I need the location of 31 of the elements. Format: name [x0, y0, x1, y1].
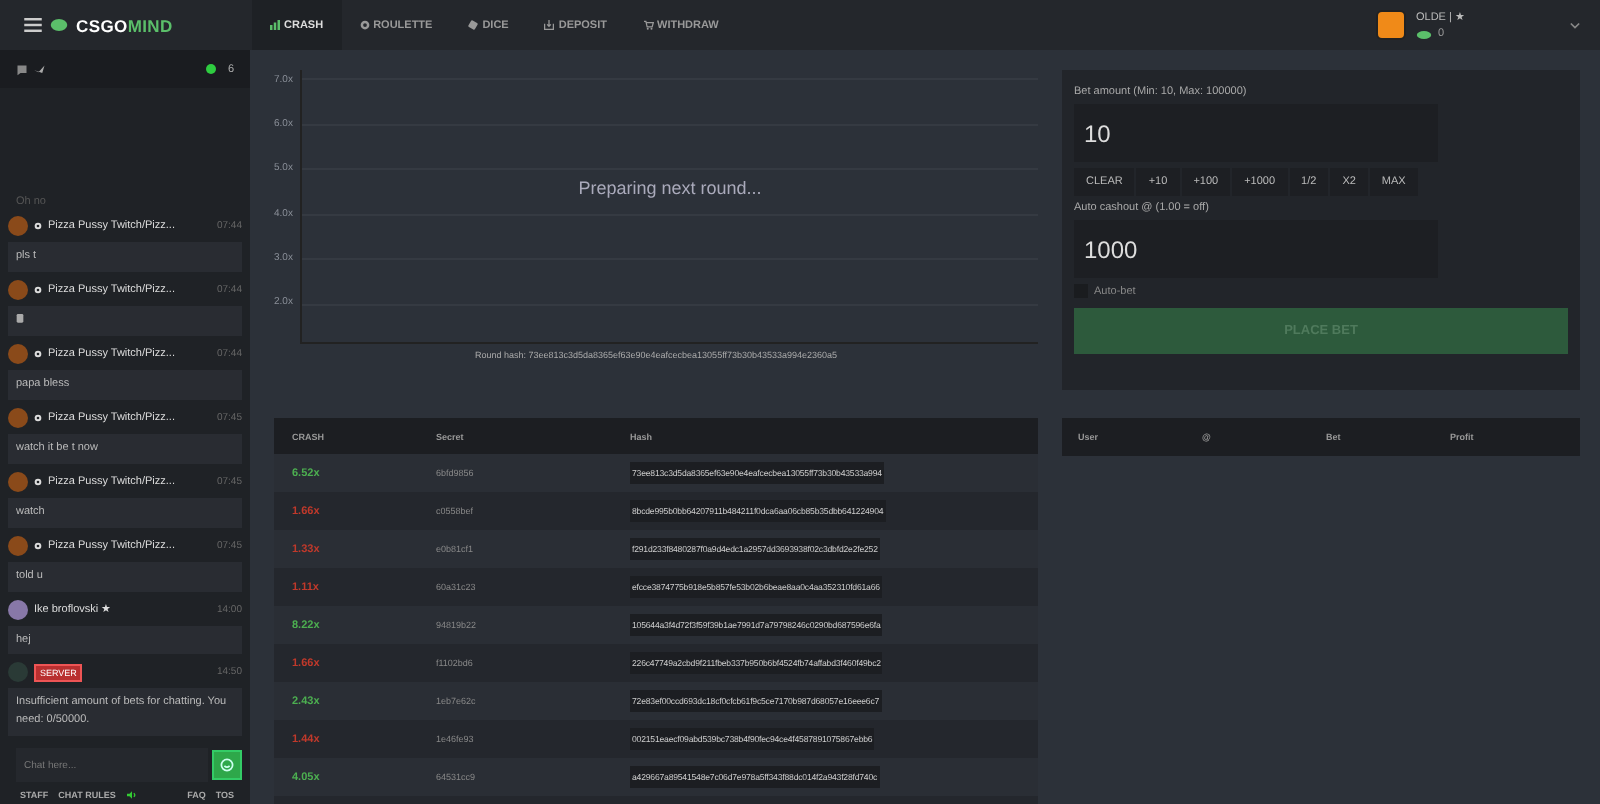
user-avatar: [8, 279, 28, 300]
gear-icon: [34, 478, 42, 487]
dice-icon: [468, 20, 479, 30]
logo[interactable]: CSGOMIND: [76, 15, 173, 35]
user-avatar: [8, 344, 28, 365]
user-avatar: [8, 535, 28, 556]
user-avatar: [8, 408, 28, 429]
server-avatar: [8, 662, 28, 683]
menu-icon[interactable]: [24, 18, 42, 32]
speaker-icon[interactable]: [125, 790, 138, 800]
user-avatar: [8, 472, 28, 493]
status-message: Preparing next round...: [576, 178, 764, 198]
chevron-down-icon[interactable]: [1570, 21, 1580, 29]
gear-icon: [34, 221, 42, 230]
gear-icon: [34, 414, 42, 423]
user-avatar: [8, 215, 28, 236]
auto-cashout-field[interactable]: 1000: [1074, 220, 1438, 278]
cart-icon: [643, 20, 653, 30]
bet-amount-field[interactable]: 10: [1074, 104, 1438, 162]
online-dot: [205, 64, 216, 74]
gear-icon: [34, 350, 42, 359]
user-avatar: [8, 599, 28, 620]
gear-icon: [34, 285, 42, 294]
send-button[interactable]: [212, 750, 242, 780]
smiley-icon: [220, 758, 234, 772]
wheel-icon: [359, 20, 370, 30]
gear-icon: [34, 541, 42, 550]
avatar[interactable]: [1376, 10, 1406, 40]
chart-icon: [270, 20, 280, 30]
deposit-icon: [544, 20, 555, 30]
emoji-icon: [16, 311, 24, 324]
